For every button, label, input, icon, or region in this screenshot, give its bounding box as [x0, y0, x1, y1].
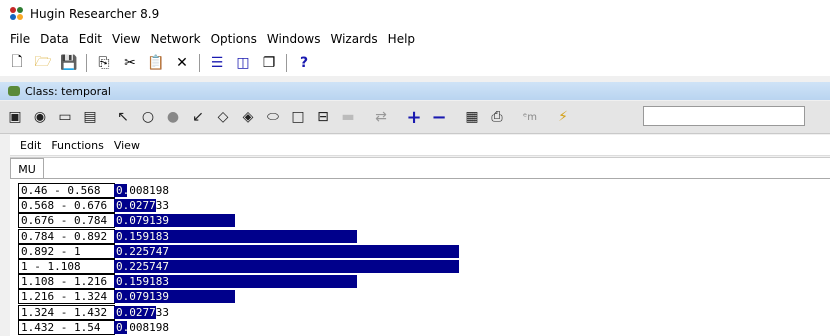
probability-value-on-bar: 0.159183	[116, 229, 169, 243]
menu-windows[interactable]: Windows	[267, 32, 321, 46]
menu-edit[interactable]: Edit	[79, 32, 102, 46]
chance-node-icon[interactable]: ○	[138, 107, 158, 127]
menu-help[interactable]: Help	[388, 32, 415, 46]
monitor-icon[interactable]: ▭	[55, 107, 75, 127]
pointer-icon[interactable]: ↖	[113, 107, 133, 127]
plus-icon[interactable]: +	[404, 107, 424, 128]
state-row: 1 - 1.108 0.225747 0.225747	[18, 259, 818, 274]
state-row: 1.432 - 1.540.0081980.008198	[18, 319, 818, 335]
submenu-edit[interactable]: Edit	[20, 139, 41, 152]
split-icon[interactable]: ◫	[234, 54, 252, 72]
toolbar-divider	[286, 54, 287, 72]
windows-icon[interactable]: ❐	[260, 54, 278, 72]
tab-mu[interactable]: MU	[10, 158, 44, 179]
toolbar-divider	[199, 54, 200, 72]
delete-icon[interactable]: ✕	[173, 54, 191, 72]
node-window-menu: Edit Functions View	[10, 135, 830, 156]
class-window-title: Class: temporal	[25, 84, 111, 98]
em-icon[interactable]: ᵉm	[520, 107, 540, 127]
cut-icon[interactable]: ✂	[121, 54, 139, 72]
function-node-icon[interactable]: □	[288, 107, 308, 127]
node-list-icon[interactable]: ▤	[80, 107, 100, 127]
copy-icon[interactable]: ⎘	[95, 54, 113, 72]
menu-file[interactable]: File	[10, 32, 30, 46]
menu-wizards[interactable]: Wizards	[330, 32, 377, 46]
state-label: 1 - 1.108	[18, 259, 115, 274]
state-row: 0.676 - 0.784 0.079139 0.079139	[18, 213, 818, 229]
class-icon	[8, 86, 20, 96]
lightning-icon[interactable]: ⚡	[553, 107, 573, 127]
state-label: 1.432 - 1.54	[18, 319, 115, 335]
state-row: 1.324 - 1.4320.0277330.027733	[18, 304, 818, 320]
menu-bar: File Data Edit View Network Options Wind…	[0, 28, 830, 50]
submenu-view[interactable]: View	[114, 139, 140, 152]
menu-options[interactable]: Options	[211, 32, 257, 46]
main-toolbar: 🗋 🗁 💾 ⎘ ✂ 📋 ✕ ☰ ◫ ❐ ?	[0, 50, 830, 76]
monitor-panel: 0.46 - 0.5680.0081980.0081980.568 - 0.67…	[10, 178, 830, 336]
decision-node-icon[interactable]: ◇	[213, 107, 233, 127]
class-window-titlebar: Class: temporal	[0, 82, 830, 100]
class-toolbar: ▣ ◉ ▭ ▤ ↖ ○ ● ↙ ◇ ◈ ⬭ □ ⊟ ▬ ⇄ + − ▦ ⎙ ᵉm…	[0, 101, 830, 134]
probability-value-on-bar: 0.027733	[116, 199, 156, 213]
state-label: 1.216 - 1.324	[18, 289, 115, 305]
menu-network[interactable]: Network	[150, 32, 200, 46]
state-row: 1.108 - 1.216 0.159183 0.159183	[18, 274, 818, 290]
probability-value-on-bar: 0.079139	[116, 214, 169, 228]
state-label: 0.676 - 0.784	[18, 213, 115, 229]
camera-icon[interactable]: ◉	[30, 107, 50, 127]
discrete-node-icon[interactable]: ●	[163, 107, 183, 127]
minus-icon[interactable]: −	[429, 107, 449, 128]
save-icon[interactable]: 💾	[60, 54, 78, 72]
help-icon[interactable]: ?	[295, 54, 313, 72]
probability-value-on-bar: 0.225747	[116, 260, 169, 273]
state-label: 0.46 - 0.568	[18, 183, 115, 198]
state-row: 1.216 - 1.324 0.079139 0.079139	[18, 289, 818, 305]
table-icon[interactable]: ▦	[462, 107, 482, 127]
layout-icon[interactable]: ☰	[208, 54, 226, 72]
hugin-app-icon	[10, 7, 24, 21]
disabled-icon: ▬	[341, 109, 355, 125]
submenu-functions[interactable]: Functions	[51, 139, 104, 152]
class-search-input[interactable]	[643, 106, 805, 126]
utility-node-icon[interactable]: ◈	[238, 107, 258, 127]
probability-value-on-bar: 0.027733	[116, 305, 156, 319]
state-label: 0.892 - 1	[18, 243, 115, 259]
window-title: Hugin Researcher 8.9	[30, 7, 160, 21]
probability-value-on-bar: 0.008198	[116, 184, 127, 197]
state-row: 0.784 - 0.892 0.159183 0.159183	[18, 228, 818, 244]
state-row: 0.568 - 0.6760.0277330.027733	[18, 198, 818, 214]
menu-view[interactable]: View	[112, 32, 140, 46]
state-label: 0.784 - 0.892	[18, 228, 115, 244]
menu-data[interactable]: Data	[40, 32, 69, 46]
arrows-icon[interactable]: ⇄	[371, 107, 391, 127]
state-row: 0.892 - 1 0.225747 0.225747	[18, 243, 818, 259]
probability-value-on-bar: 0.159183	[116, 275, 169, 289]
probability-value-on-bar: 0.079139	[116, 290, 169, 304]
new-icon[interactable]: 🗋	[8, 54, 26, 72]
probability-value-on-bar: 0.225747	[116, 244, 169, 258]
instance-icon[interactable]: ⬭	[263, 107, 283, 127]
state-label: 0.568 - 0.676	[18, 198, 115, 214]
open-icon[interactable]: 🗁	[34, 54, 52, 72]
properties-icon[interactable]: ▣	[5, 107, 25, 127]
paste-icon[interactable]: 📋	[147, 54, 165, 72]
state-label: 1.108 - 1.216	[18, 274, 115, 290]
node-tabstrip: MU	[10, 157, 830, 179]
state-row: 0.46 - 0.5680.0081980.008198	[18, 183, 818, 198]
state-label: 1.324 - 1.432	[18, 304, 115, 320]
probability-value-on-bar: 0.008198	[116, 320, 127, 334]
label-icon[interactable]: ⊟	[313, 107, 333, 127]
print-icon[interactable]: ⎙	[487, 107, 507, 127]
toolbar-divider	[86, 54, 87, 72]
title-bar: Hugin Researcher 8.9	[0, 0, 830, 28]
link-icon[interactable]: ↙	[188, 107, 208, 127]
